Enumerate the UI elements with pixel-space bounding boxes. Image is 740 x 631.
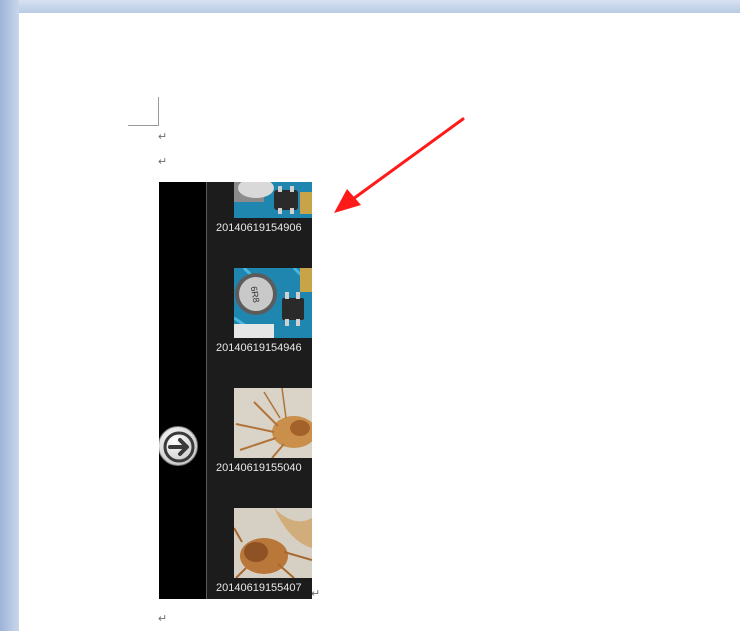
circuit-board-thumbnail [234,182,312,218]
gallery-thumbnail[interactable] [234,508,312,578]
arrow-right-circle-icon [163,431,195,463]
thumbnail-label: 20140619154906 [216,222,302,234]
page-margin-corner-mark [128,97,159,126]
thumbnail-label: 20140619155040 [216,462,302,474]
paragraph-mark: ↵ [158,131,168,143]
paragraph-mark: ↵ [158,613,168,625]
red-annotation-arrow-icon [334,117,465,213]
gallery-nav-rail [159,182,206,599]
window-top-frame [0,0,740,13]
gallery-thumbnail[interactable] [234,388,312,458]
paragraph-mark: ↵ [158,156,168,168]
next-arrow-button[interactable] [159,426,198,466]
circuit-board-thumbnail: 6R8 [234,268,312,338]
gallery-thumbnail[interactable]: 6R8 [234,268,312,338]
insect-specimen-thumbnail [234,508,312,578]
embedded-image-gallery[interactable]: 20140619154906 6R8 20140619154946 201406… [159,182,312,599]
thumbnail-label: 20140619154946 [216,342,302,354]
paragraph-mark: ↵ [311,588,321,600]
gallery-divider [206,182,207,599]
insect-specimen-thumbnail [234,388,312,458]
thumbnail-label: 20140619155407 [216,582,302,594]
window-left-frame [0,0,19,631]
gallery-thumbnail[interactable] [234,182,312,218]
